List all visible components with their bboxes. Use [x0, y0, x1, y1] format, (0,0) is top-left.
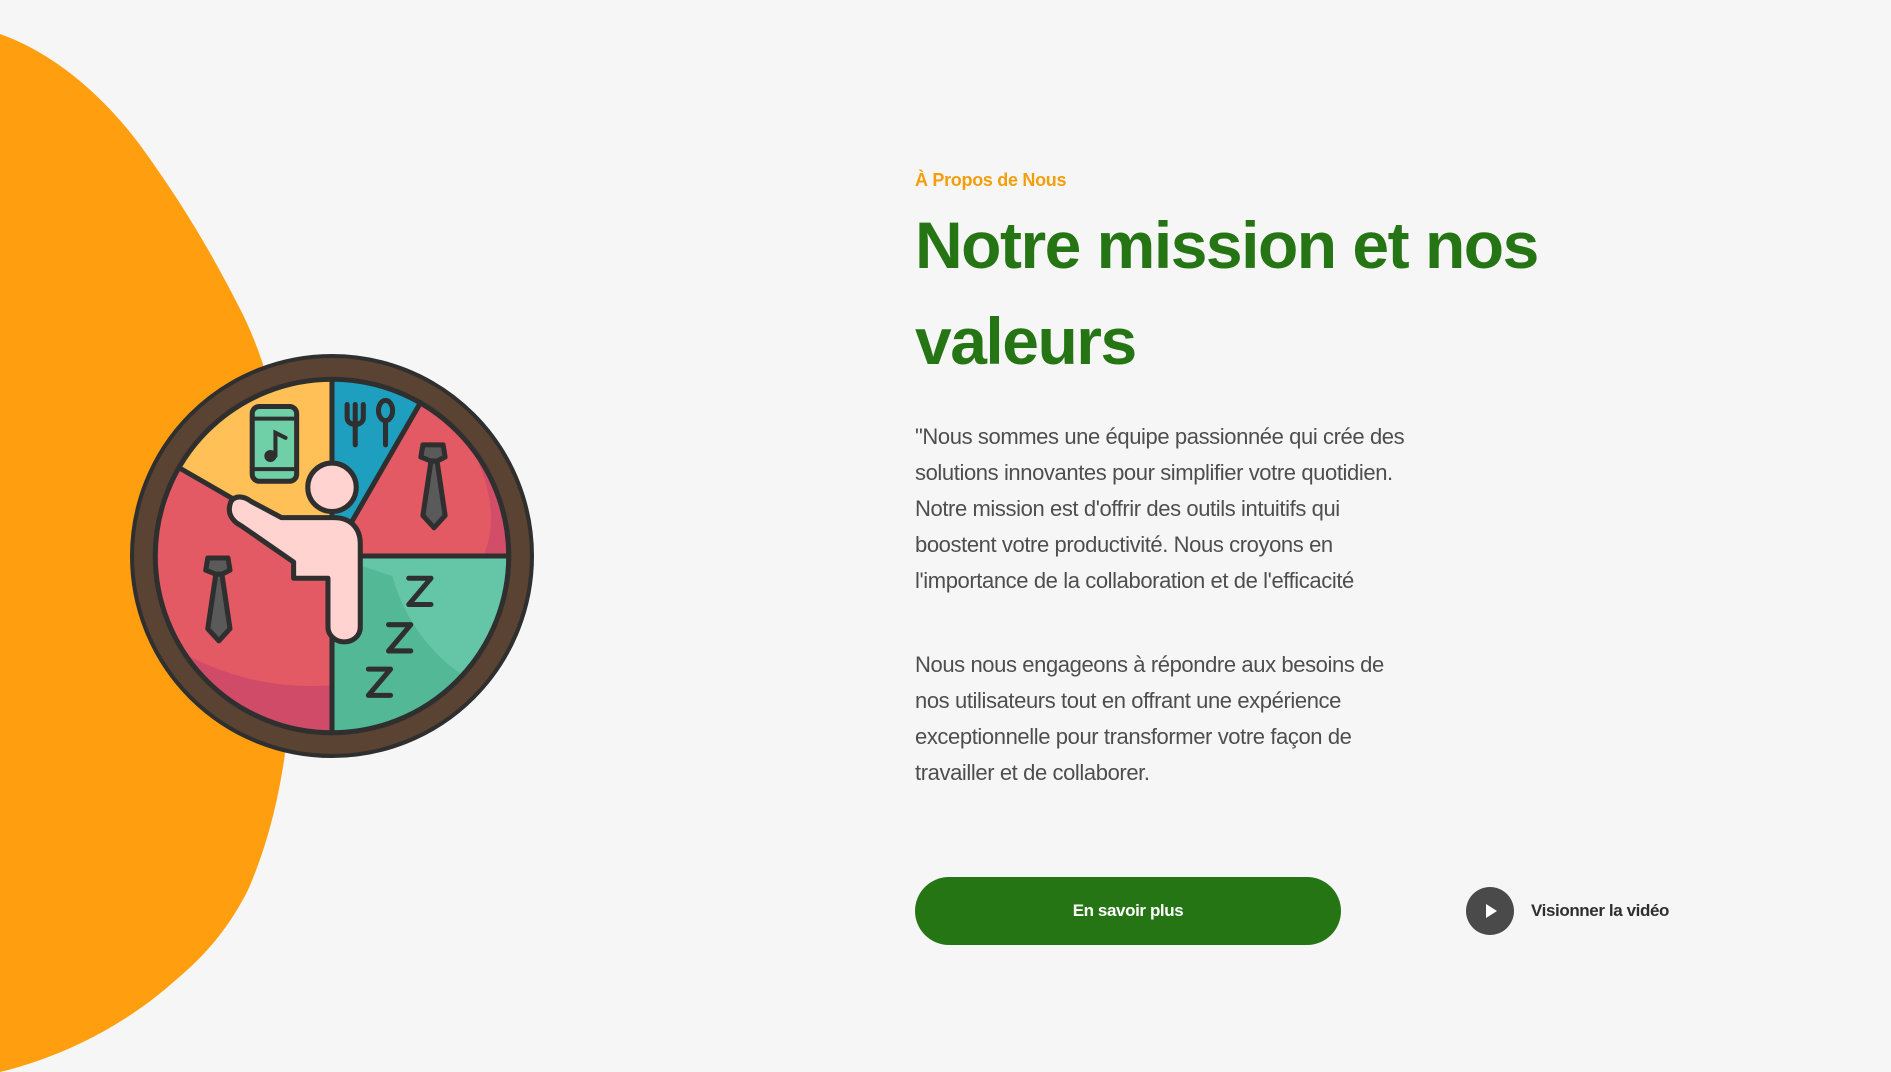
play-icon[interactable] [1466, 887, 1514, 935]
about-section: À Propos de Nous Notre mission et nos va… [915, 170, 1615, 791]
cta-row: En savoir plus Visionner la vidéo [915, 877, 1735, 945]
section-eyebrow: À Propos de Nous [915, 170, 1067, 190]
commitment-paragraph: Nous nous engageons à répondre aux besoi… [915, 652, 1384, 785]
time-management-wheel-icon [130, 354, 534, 758]
mission-paragraph: "Nous sommes une équipe passionnée qui c… [915, 424, 1405, 593]
learn-more-button[interactable]: En savoir plus [915, 877, 1341, 945]
watch-video-link[interactable]: Visionner la vidéo [1466, 887, 1669, 935]
section-title: Notre mission et nos valeurs [915, 208, 1539, 378]
watch-video-label[interactable]: Visionner la vidéo [1531, 901, 1669, 921]
